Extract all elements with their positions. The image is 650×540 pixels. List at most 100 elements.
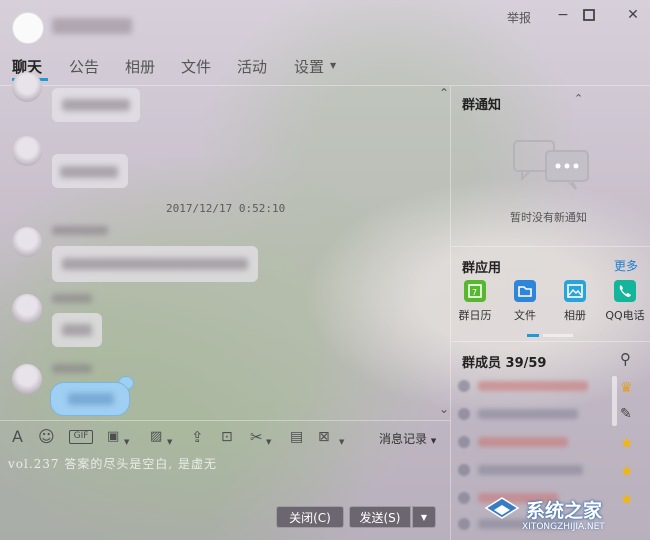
scroll-up-icon[interactable]: ⌃ (439, 86, 449, 100)
svg-text:7: 7 (472, 288, 477, 297)
avatar (458, 492, 470, 504)
scroll-down-icon[interactable]: ⌄ (439, 402, 449, 416)
send-button[interactable]: 发送(S) (349, 506, 411, 528)
message-timestamp: 2017/12/17 0:52:10 (166, 202, 286, 215)
sender-name-blurred (52, 364, 92, 373)
search-icon[interactable]: ⚲ (620, 350, 631, 368)
message-text-blurred (62, 324, 92, 336)
message-input[interactable]: vol.237 答案的尽头是空白, 是虚无 (8, 453, 438, 493)
empty-notice-illustration (513, 140, 589, 190)
star-icon: ★ (620, 462, 634, 480)
group-apps-title: 群应用 (462, 261, 502, 276)
shake-icon[interactable]: ⊠ (318, 428, 330, 446)
restore-icon[interactable] (580, 5, 598, 23)
member-row[interactable] (458, 464, 608, 476)
screenshot-dropdown-icon[interactable]: ▼ (266, 433, 271, 451)
image-dropdown-icon[interactable]: ▼ (167, 433, 172, 451)
member-row[interactable] (458, 380, 608, 392)
owner-badge-icon: ♛ (620, 380, 633, 396)
message-scrollbar[interactable]: ⌃ ⌄ (439, 86, 449, 420)
app-label: 文件 (514, 309, 536, 322)
more-tools-dropdown-icon[interactable]: ▼ (339, 433, 344, 451)
watermark-text: 系统之家 (526, 500, 603, 522)
report-link[interactable]: 举报 (507, 9, 531, 26)
apps-page-indicator[interactable] (543, 334, 573, 337)
settings-dropdown-icon[interactable]: ▼ (330, 61, 336, 70)
phone-icon-glyph (619, 285, 631, 297)
window-restore-icon (583, 9, 595, 21)
tab-activity[interactable]: 活动 (237, 56, 267, 77)
phone-icon (614, 280, 636, 302)
folder-icon (514, 280, 536, 302)
red-packet-icon[interactable]: ▤ (290, 428, 303, 446)
avatar (458, 436, 470, 448)
app-label: 相册 (564, 309, 586, 322)
avatar[interactable] (12, 136, 42, 166)
section-divider (451, 341, 650, 342)
font-icon[interactable]: A (12, 428, 23, 446)
section-divider (451, 246, 650, 247)
watermark-url: XITONGZHIJIA.NET (522, 522, 605, 532)
message-list[interactable]: 2017/12/17 0:52:10 ⌃ ⌄ (0, 72, 450, 420)
avatar (458, 380, 470, 392)
upload-icon[interactable]: ⇪ (191, 428, 204, 446)
tab-announcement[interactable]: 公告 (69, 56, 99, 77)
message-history-button[interactable]: 消息记录 ▼ (379, 430, 436, 447)
message-text-blurred (68, 393, 114, 405)
image-icon[interactable]: ▨ (150, 428, 162, 446)
message-history-label: 消息记录 (379, 432, 428, 446)
avatar (458, 408, 470, 420)
minimize-icon[interactable]: − (554, 6, 572, 24)
more-apps-link[interactable]: 更多 (614, 257, 638, 274)
sender-name-blurred (52, 294, 92, 303)
emoji-icon[interactable]: ☺ (38, 428, 55, 446)
member-row[interactable] (458, 408, 608, 420)
magic-face-dropdown-icon[interactable]: ▼ (124, 433, 129, 451)
history-dropdown-icon: ▼ (430, 437, 437, 445)
avatar[interactable] (12, 227, 42, 257)
message-text-blurred (62, 99, 130, 111)
panel-divider[interactable] (450, 86, 451, 540)
app-label: QQ电话 (605, 309, 645, 322)
gif-icon[interactable]: GIF (69, 430, 93, 444)
avatar (458, 464, 470, 476)
scissors-icon[interactable]: ✂ (250, 428, 263, 446)
close-icon[interactable]: ✕ (624, 6, 642, 24)
member-list-scrollbar[interactable] (612, 376, 617, 426)
avatar[interactable] (12, 72, 42, 102)
apps-page-indicator-active[interactable] (527, 334, 539, 337)
member-row[interactable] (458, 436, 608, 448)
tab-settings[interactable]: 设置 (294, 56, 324, 77)
close-button[interactable]: 关闭(C) (276, 506, 344, 528)
magic-face-icon[interactable]: ▣ (107, 428, 119, 446)
avatar[interactable] (12, 364, 42, 394)
send-options-dropdown-icon[interactable]: ▼ (412, 506, 436, 528)
app-label: 群日历 (458, 309, 492, 322)
edit-icon[interactable]: ✎ (620, 406, 632, 422)
title-bar: 举报 − ✕ (0, 0, 650, 48)
group-name-blurred (52, 18, 132, 34)
app-group-calendar[interactable]: 7 群日历 (452, 280, 498, 323)
member-name-blurred (478, 409, 578, 419)
notice-collapse-icon[interactable]: ⌃ (574, 92, 583, 105)
member-name-blurred (478, 437, 568, 447)
watermark: 系统之家 XITONGZHIJIA.NET (482, 492, 650, 540)
avatar (458, 518, 470, 530)
group-notice-title: 群通知 (462, 98, 502, 113)
photo-icon-glyph (567, 284, 583, 298)
chat-window: 举报 − ✕ 聊天 公告 相册 文件 活动 设置 ▼ 2017/12/17 0:… (0, 0, 650, 540)
app-qq-call[interactable]: QQ电话 (602, 280, 648, 323)
tab-bar: 聊天 公告 相册 文件 活动 设置 ▼ (0, 48, 650, 86)
calendar-icon: 7 (464, 280, 486, 302)
gift-icon[interactable]: ⊡ (221, 428, 233, 446)
message-text-blurred (62, 258, 248, 270)
calendar-icon-glyph: 7 (468, 284, 482, 298)
avatar[interactable] (12, 294, 42, 324)
tab-files[interactable]: 文件 (181, 56, 211, 77)
group-avatar[interactable] (12, 12, 44, 44)
app-album[interactable]: 相册 (552, 280, 598, 323)
app-files[interactable]: 文件 (502, 280, 548, 323)
tab-album[interactable]: 相册 (125, 56, 155, 77)
sender-name-blurred (52, 226, 108, 235)
watermark-logo-icon (484, 497, 520, 519)
